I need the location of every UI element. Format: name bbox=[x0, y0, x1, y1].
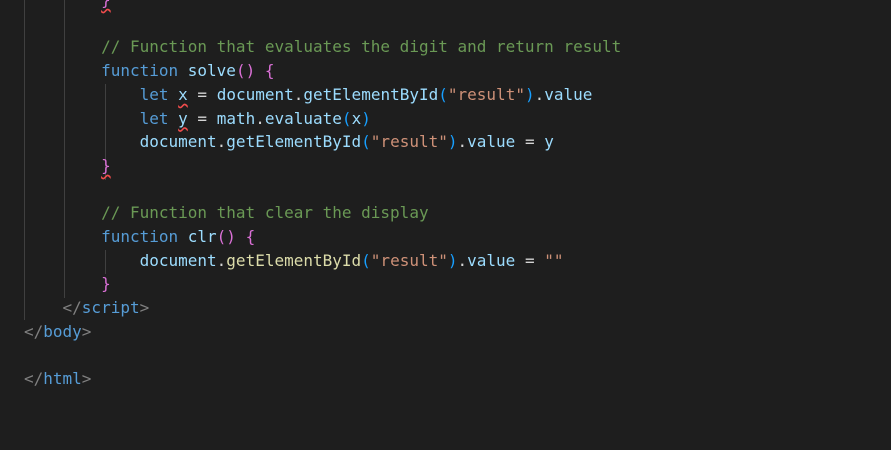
code-line[interactable]: </body> bbox=[24, 320, 91, 344]
code-token: y bbox=[178, 108, 188, 128]
code-token: > bbox=[81, 369, 92, 389]
code-token: . bbox=[457, 250, 468, 270]
code-token: </ bbox=[24, 321, 44, 341]
code-line[interactable]: document.getElementById("result").value … bbox=[24, 249, 564, 273]
code-token: = bbox=[187, 84, 217, 104]
code-token: html bbox=[43, 369, 82, 389]
code-token: clr bbox=[187, 227, 217, 246]
code-token: </ bbox=[24, 369, 44, 389]
code-token: x bbox=[351, 108, 362, 128]
code-line[interactable]: </html> bbox=[24, 367, 91, 391]
code-token: "result" bbox=[447, 84, 525, 104]
code-token: "" bbox=[544, 250, 564, 270]
code-token: } bbox=[101, 155, 111, 175]
code-token: x bbox=[178, 84, 188, 104]
code-token: solve bbox=[187, 61, 236, 81]
code-token: { bbox=[245, 227, 256, 246]
code-token: ( bbox=[341, 108, 352, 128]
code-line[interactable]: function clr() { bbox=[24, 225, 255, 249]
code-token: function bbox=[101, 227, 179, 246]
code-token: ) bbox=[524, 84, 535, 104]
code-token: . bbox=[216, 132, 227, 152]
code-token: ) bbox=[447, 250, 458, 270]
code-token: { bbox=[264, 61, 275, 81]
code-token: } bbox=[101, 274, 111, 294]
code-token: > bbox=[81, 321, 92, 341]
code-token: document bbox=[139, 132, 217, 152]
code-line[interactable]: function solve() { bbox=[24, 59, 274, 83]
code-token: document bbox=[139, 250, 217, 270]
code-token: evaluate bbox=[264, 108, 342, 128]
code-token: } bbox=[101, 0, 111, 9]
code-line[interactable]: } bbox=[24, 272, 111, 296]
code-token: // Function that evaluates the digit and… bbox=[101, 37, 622, 57]
code-line[interactable]: // Function that evaluates the digit and… bbox=[24, 35, 621, 59]
code-editor[interactable]: } // Function that evaluates the digit a… bbox=[0, 0, 891, 450]
code-token: value bbox=[467, 250, 516, 270]
code-line[interactable]: let x = document.getElementById("result"… bbox=[24, 83, 593, 107]
code-token: value bbox=[544, 84, 593, 104]
code-token: ( bbox=[438, 84, 448, 104]
code-line[interactable]: </script> bbox=[24, 296, 150, 320]
code-token: getElementById bbox=[303, 84, 439, 104]
code-token: y bbox=[544, 132, 554, 152]
code-token: . bbox=[255, 108, 265, 128]
code-token: ( bbox=[361, 132, 371, 152]
code-line[interactable]: document.getElementById("result").value … bbox=[24, 130, 554, 154]
code-token: = bbox=[515, 250, 545, 270]
code-token: . bbox=[457, 132, 468, 152]
code-token: let bbox=[139, 84, 169, 104]
code-token: function bbox=[101, 61, 179, 81]
code-token: script bbox=[81, 298, 140, 318]
code-token: </ bbox=[62, 298, 82, 318]
code-token: "result" bbox=[370, 250, 448, 270]
code-token: () bbox=[216, 227, 236, 246]
code-token: ) bbox=[361, 108, 371, 128]
code-token: document bbox=[216, 84, 294, 104]
code-token: ) bbox=[447, 132, 458, 152]
code-line[interactable]: let y = math.evaluate(x) bbox=[24, 107, 371, 131]
code-token: "result" bbox=[370, 132, 448, 152]
code-token: > bbox=[139, 298, 150, 318]
code-token: math bbox=[216, 108, 256, 128]
code-line[interactable]: } bbox=[24, 0, 111, 12]
code-line[interactable]: // Function that clear the display bbox=[24, 201, 429, 225]
code-token: () bbox=[235, 61, 256, 81]
code-line[interactable]: } bbox=[24, 154, 111, 178]
code-token: value bbox=[467, 132, 516, 152]
code-token: ( bbox=[361, 250, 371, 270]
code-token: let bbox=[139, 108, 169, 128]
code-token: . bbox=[293, 84, 304, 104]
code-token: body bbox=[43, 321, 82, 341]
code-token: getElementById bbox=[226, 132, 362, 152]
code-token: . bbox=[534, 84, 545, 104]
code-token: = bbox=[515, 132, 545, 152]
code-token: = bbox=[187, 108, 217, 128]
code-token: getElementById bbox=[226, 250, 362, 270]
code-token: // Function that clear the display bbox=[101, 203, 429, 223]
code-token: . bbox=[216, 250, 227, 270]
